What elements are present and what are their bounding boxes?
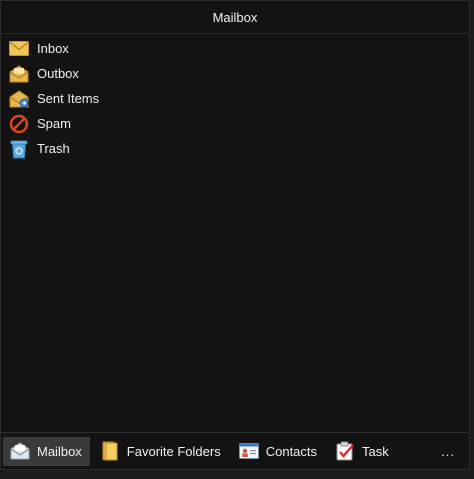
- nav-label: Mailbox: [37, 443, 82, 459]
- mailbox-icon: [9, 440, 31, 462]
- window-header: Mailbox: [1, 1, 469, 34]
- envelope-icon: [8, 39, 30, 59]
- nav-label: Contacts: [265, 443, 318, 459]
- folder-list: Inbox Outbox Sent Items Spam Trash: [1, 34, 469, 161]
- window-bottom-strip: [0, 470, 474, 479]
- nav-label: Task: [362, 443, 389, 459]
- folder-label: Sent Items: [37, 91, 100, 106]
- folder-label: Outbox: [37, 66, 79, 81]
- folder-item-sent-items[interactable]: Sent Items: [1, 86, 469, 111]
- outbox-envelope-icon: [8, 64, 30, 84]
- folder-label: Inbox: [37, 41, 69, 56]
- nav-favorite-folders[interactable]: Favorite Folders: [93, 437, 229, 466]
- folder-item-trash[interactable]: Trash: [1, 136, 469, 161]
- nav-task[interactable]: Task: [328, 437, 397, 466]
- folder-item-inbox[interactable]: Inbox: [1, 36, 469, 61]
- folder-label: Trash: [37, 141, 70, 156]
- more-options-button[interactable]: ...: [441, 444, 455, 459]
- favorite-folders-icon: [99, 440, 121, 462]
- trash-bin-icon: [8, 139, 30, 159]
- folder-item-spam[interactable]: Spam: [1, 111, 469, 136]
- window-title: Mailbox: [212, 9, 258, 25]
- bottom-navigation-bar: Mailbox Favorite Folders Contacts Task .…: [1, 432, 469, 469]
- nav-mailbox[interactable]: Mailbox: [3, 436, 90, 466]
- sent-items-icon: [8, 89, 30, 109]
- contacts-icon: [238, 440, 260, 462]
- task-icon: [334, 440, 356, 462]
- nav-contacts[interactable]: Contacts: [232, 437, 325, 466]
- mailbox-window: Mailbox Inbox Outbox Sent Items Spam Tra…: [0, 0, 470, 470]
- folder-label: Spam: [37, 116, 71, 131]
- folder-item-outbox[interactable]: Outbox: [1, 61, 469, 86]
- spam-icon: [8, 114, 30, 134]
- nav-label: Favorite Folders: [126, 443, 221, 459]
